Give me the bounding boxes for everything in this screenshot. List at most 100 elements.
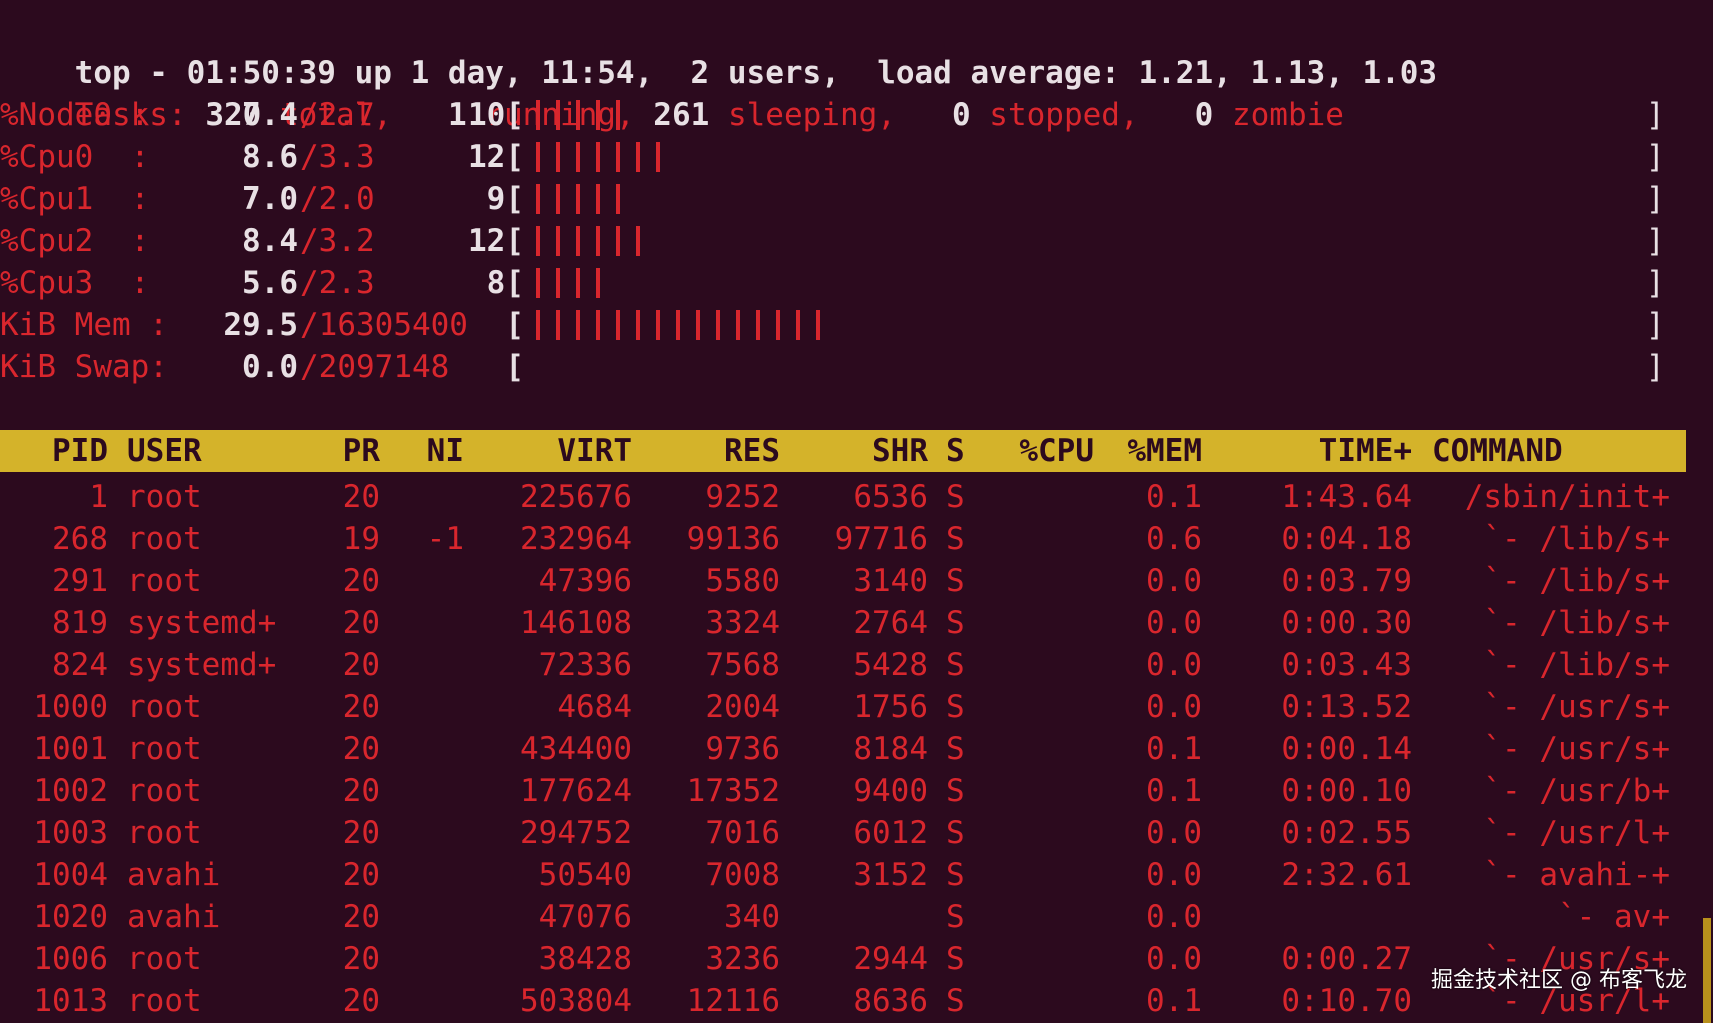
table-row[interactable]: 1001 root 20 434400 9736 8184 S 0.1 0:00.14 `- /u… [0,728,1690,770]
uptime-line: top - 01:50:39 up 1 day, 11:54, 2 users,… [0,10,1437,91]
cell-s: S [946,647,965,683]
cell-s: S [946,983,965,1019]
meter-value: 0.0 [242,349,298,385]
table-row[interactable]: 1020 avahi 20 47076 340 S 0.0 `- av+ [0,896,1690,938]
cell-res: 3324 [705,605,780,641]
cell-s: S [946,479,965,515]
cell-time: 0:00.27 [1281,941,1412,977]
cell-virt: 232964 [520,521,632,557]
cell-res: 17352 [686,773,780,809]
meter-value: 8.4 [242,223,298,259]
meter-label: %Cpu2 : [0,223,150,259]
cell-virt: 146108 [520,605,632,641]
cell-virt: 47076 [538,899,632,935]
meter-label: KiB Swap: [0,349,168,385]
cell-virt: 294752 [520,815,632,851]
cell-user: avahi [127,899,221,935]
meter-tick [556,142,560,172]
meter-tick [596,184,600,214]
table-row[interactable]: 1000 root 20 4684 2004 1756 S 0.0 0:13.52 `- /usr… [0,686,1690,728]
cell-pid: 268 [52,521,108,557]
meter-label: %Cpu3 : [0,265,150,301]
meter-tick [776,310,780,340]
cell-res: 9736 [705,731,780,767]
cell-virt: 38428 [538,941,632,977]
cell-res: 7016 [705,815,780,851]
table-row[interactable]: 1002 root 20 177624 17352 9400 S 0.1 0:00.10 `- /… [0,770,1690,812]
cell-pid: 291 [52,563,108,599]
cell-user: root [127,479,202,515]
meter-tick [796,310,800,340]
meter-label: %Cpu1 : [0,181,150,217]
cell-virt: 50540 [538,857,632,893]
meter-tick [576,226,580,256]
meter-tick [596,268,600,298]
meter-bracket-open: 8[ [486,265,524,301]
cell-mem: 0.1 [1146,479,1202,515]
meter-value: 8.6 [242,139,298,175]
header-command: COMMAND [1432,433,1563,469]
meter-row: KiB Swap: 0.0/2097148[] [0,346,1690,388]
cell-shr: 5428 [853,647,928,683]
table-row[interactable]: 1004 avahi 20 50540 7008 3152 S 0.0 2:32.61 `- av… [0,854,1690,896]
terminal-window[interactable]: top - 01:50:39 up 1 day, 11:54, 2 users,… [0,0,1713,1023]
table-row[interactable]: 291 root 20 47396 5580 3140 S 0.0 0:03.79 `- /lib… [0,560,1690,602]
cell-command: `- /usr/s+ [1483,689,1670,725]
meter-tick [676,310,680,340]
cell-s: S [946,815,965,851]
cell-s: S [946,857,965,893]
meter-bracket-open: 9[ [486,181,524,217]
table-row[interactable]: 1003 root 20 294752 7016 6012 S 0.0 0:02.55 `- /u… [0,812,1690,854]
scrollbar-thumb[interactable] [1703,918,1711,1023]
table-row[interactable]: 268 root 19 -1 232964 99136 97716 S 0.6 0:04.18 `-… [0,518,1690,560]
cell-s: S [946,689,965,725]
cell-command: `- /usr/l+ [1483,815,1670,851]
cell-virt: 4684 [557,689,632,725]
meter-tick [656,310,660,340]
header-pid: PID [52,433,108,469]
cell-time: 0:00.30 [1281,605,1412,641]
cell-user: root [127,521,202,557]
header-shr: SHR [872,433,928,469]
cell-shr: 2944 [853,941,928,977]
watermark: 掘金技术社区 @ 布客飞龙 [1431,968,1687,993]
cell-mem: 0.1 [1146,983,1202,1019]
header-cpu: %CPU [1019,433,1094,469]
cell-shr: 2764 [853,605,928,641]
table-row[interactable]: 1 root 20 225676 9252 6536 S 0.1 1:43.64/sbin/in… [0,476,1690,518]
cell-pid: 1004 [33,857,108,893]
cell-mem: 0.0 [1146,899,1202,935]
table-row[interactable]: 824 systemd+ 20 72336 7568 5428 S 0.0 0:03.43 `- … [0,644,1690,686]
meter-tick [596,310,600,340]
meter-tick [716,310,720,340]
cell-mem: 0.0 [1146,689,1202,725]
cell-pr: 20 [342,983,380,1019]
header-virt: VIRT [557,433,632,469]
tasks-line: Tasks: 320 total, 1 running, 261 sleepin… [0,52,1344,133]
meter-bracket-open: [ [505,307,524,343]
table-row[interactable]: 819 systemd+ 20 146108 3324 2764 S 0.0 0:00.30 `-… [0,602,1690,644]
cell-s: S [946,941,965,977]
cell-time: 0:10.70 [1281,983,1412,1019]
process-table-header[interactable]: PID USER PR NI VIRT RES SHR S %CPU %MEM TIME+ COMMA… [0,430,1686,472]
cell-s: S [946,563,965,599]
meter-row: %Cpu1 :7.0/2.0 9[] [0,178,1690,220]
meter-bracket-close: ] [1646,307,1665,343]
cell-pr: 20 [342,563,380,599]
meter-tick [636,310,640,340]
cell-res: 3236 [705,941,780,977]
cell-command: `- /lib/s+ [1483,563,1670,599]
meter-bracket-close: ] [1646,139,1665,175]
cell-user: root [127,773,202,809]
cell-res: 12116 [686,983,780,1019]
cell-user: root [127,731,202,767]
cell-user: systemd+ [127,605,277,641]
cell-mem: 0.0 [1146,815,1202,851]
meter-value: 5.6 [242,265,298,301]
cell-pid: 824 [52,647,108,683]
cell-time: 0:00.14 [1281,731,1412,767]
meter-tick [736,310,740,340]
cell-shr: 8636 [853,983,928,1019]
cell-mem: 0.0 [1146,941,1202,977]
cell-mem: 0.1 [1146,731,1202,767]
